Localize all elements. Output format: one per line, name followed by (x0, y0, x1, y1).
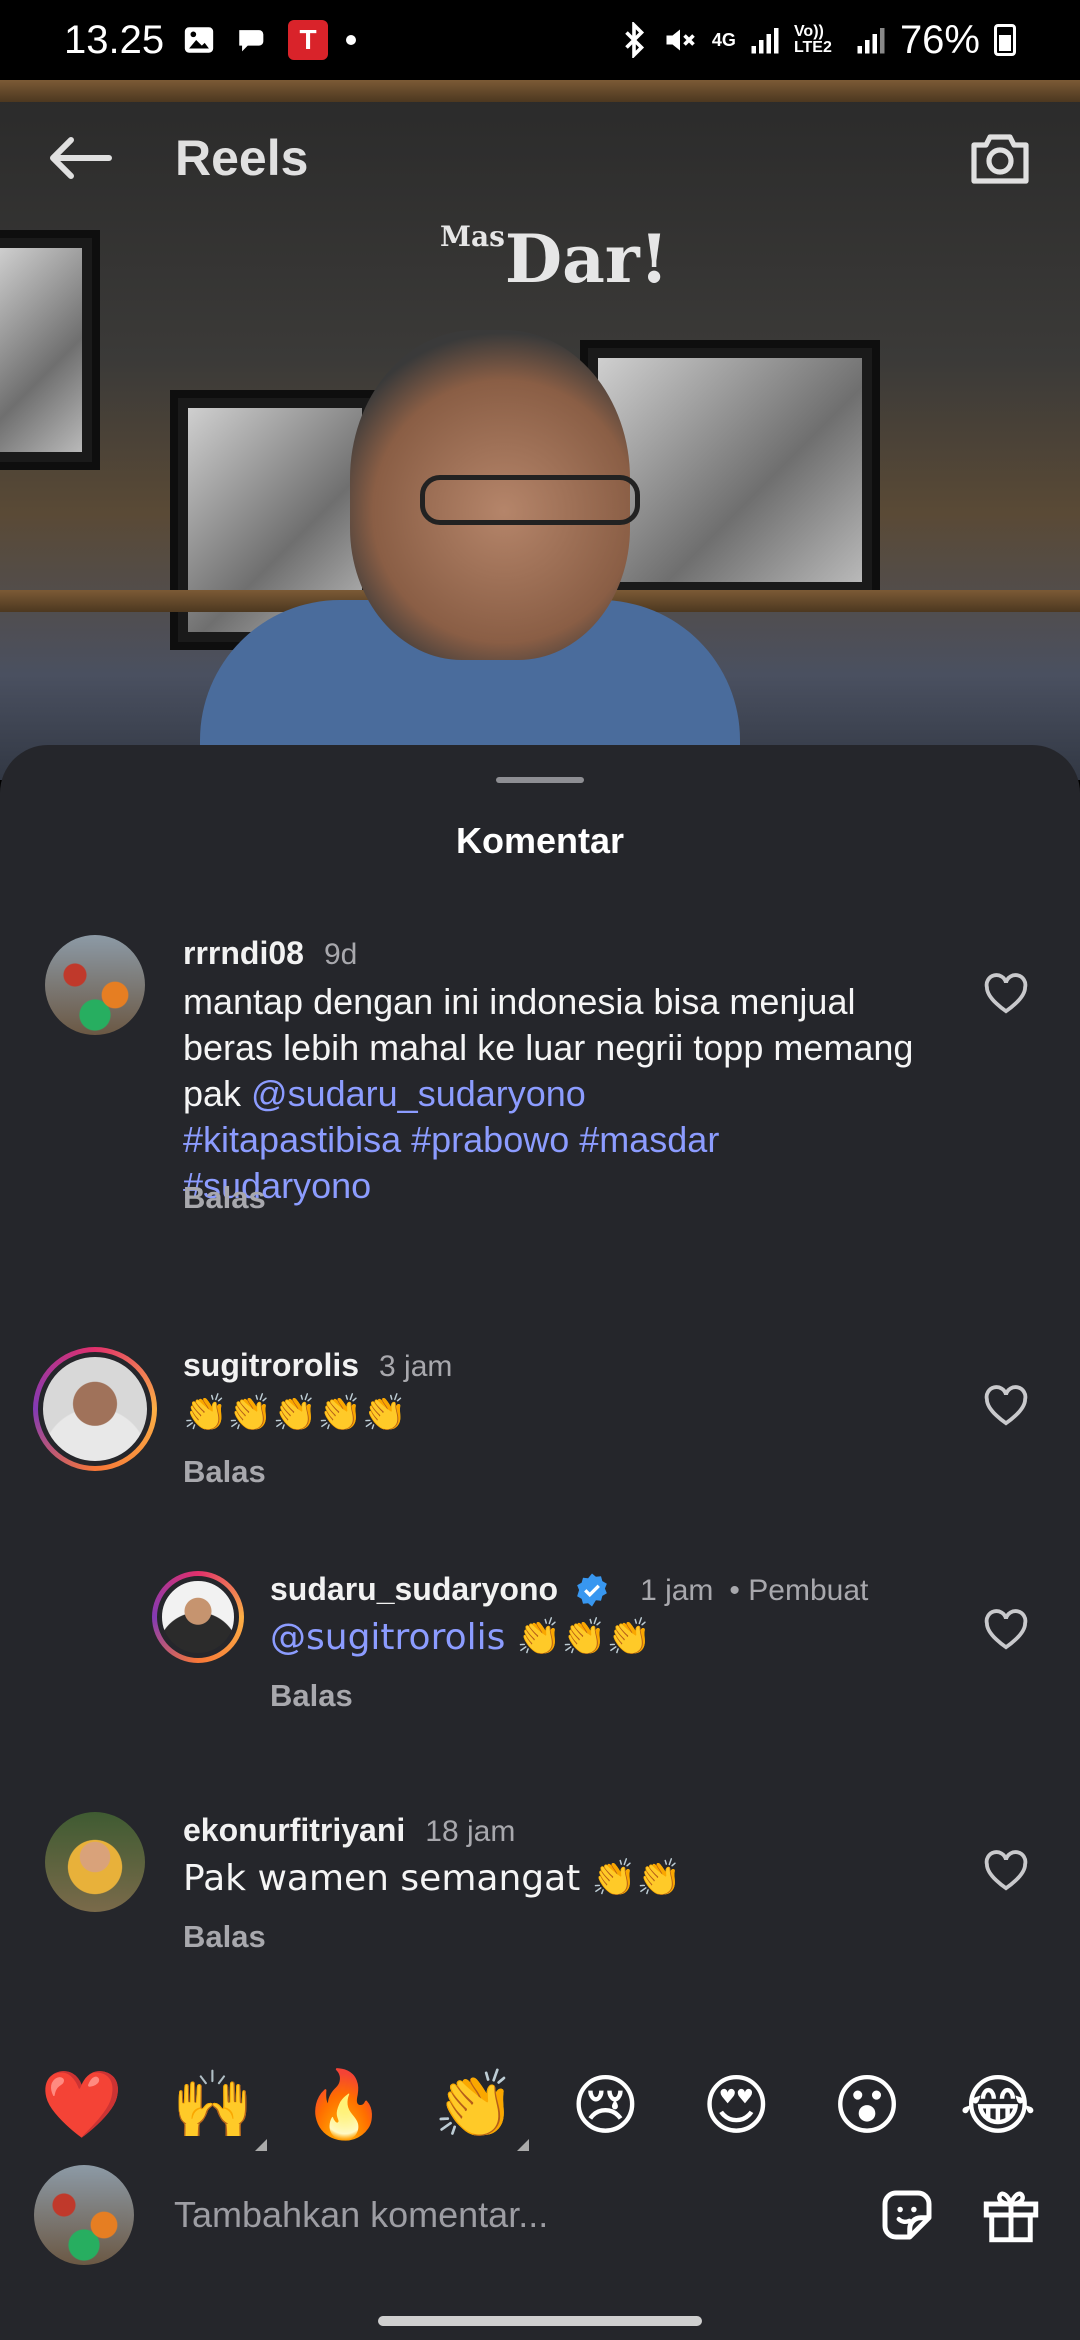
comment-time: 3 jam (379, 1350, 453, 1383)
battery-icon (994, 24, 1016, 56)
reply-button[interactable]: Balas (183, 1919, 266, 1955)
creator-label: • Pembuat (729, 1574, 869, 1607)
reply-button[interactable]: Balas (183, 1180, 266, 1216)
speaker-glasses (420, 475, 640, 525)
emoji-heart-button[interactable]: ❤️ (41, 2065, 123, 2145)
avatar[interactable] (152, 1571, 244, 1663)
volte-icon: Vo)) LTE2 (793, 23, 832, 56)
comment-username[interactable]: ekonurfitriyani (183, 1812, 405, 1849)
skin-tone-indicator-icon (254, 2139, 267, 2151)
reply-button[interactable]: Balas (183, 1454, 266, 1490)
emoji-laughing-button[interactable]: 😂 (958, 2065, 1038, 2145)
heart-icon[interactable] (980, 1845, 1032, 1897)
verified-badge-icon (574, 1572, 610, 1608)
comment-time: 9d (323, 938, 358, 971)
comment-username[interactable]: rrrndi08 (183, 935, 304, 972)
notification-dot-icon (346, 35, 357, 45)
heart-icon[interactable] (980, 1380, 1032, 1432)
emoji-clapping-button[interactable]: 👏 (433, 2065, 529, 2151)
page-title: Reels (175, 129, 309, 186)
gift-icon[interactable] (976, 2180, 1046, 2250)
sheet-title: Komentar (455, 820, 625, 861)
mention-link[interactable]: @sugitrorolis (270, 1617, 505, 1658)
comment-text: @sugitrorolis 👏👏👏 (270, 1617, 652, 1658)
home-gesture-bar[interactable] (378, 2316, 702, 2326)
emoji-heart-eyes-button[interactable]: 😍 (696, 2065, 776, 2145)
comment-text: 👏👏👏👏👏 (183, 1393, 408, 1434)
emoji-fire-button[interactable]: 🔥 (303, 2065, 385, 2145)
emoji-surprised-button[interactable]: 😮 (827, 2065, 907, 2145)
sticker-icon[interactable] (872, 2180, 942, 2250)
heart-icon[interactable] (980, 1604, 1032, 1656)
arrow-left-icon[interactable] (40, 118, 120, 198)
skin-tone-indicator-icon (516, 2139, 529, 2151)
my-avatar (34, 2165, 134, 2265)
hashtag-links[interactable]: #kitapastibisa #prabowo #masdar (183, 1119, 719, 1160)
comment-time: 18 jam (425, 1815, 516, 1848)
comment-time: 1 jam (640, 1574, 714, 1607)
comment-input-bar: Tambahkan komentar... (0, 2160, 1080, 2270)
reels-header: Reels (0, 80, 1080, 235)
telkomsel-icon: T (288, 20, 329, 60)
emoji-crying-button[interactable]: 😢 (565, 2065, 645, 2145)
camera-icon[interactable] (960, 118, 1040, 198)
photo-frame (0, 230, 100, 470)
network-4g-icon: 4G (711, 29, 736, 50)
avatar[interactable] (33, 1347, 157, 1471)
bluetooth-icon (620, 22, 648, 58)
mute-icon (662, 22, 698, 58)
comment-text: Pak wamen semangat 👏👏 (183, 1858, 682, 1899)
comment-username[interactable]: sugitrorolis (183, 1347, 359, 1384)
reply-button[interactable]: Balas (270, 1678, 353, 1714)
comment-username[interactable]: sudaru_sudaryono (270, 1571, 558, 1608)
status-bar: 13.25 T 4G Vo)) LTE2 76% (0, 0, 1080, 80)
chat-bubble-icon (234, 23, 270, 57)
signal-icon (750, 25, 780, 55)
comment-text: mantap dengan ini indonesia bisa menjual… (183, 981, 914, 1206)
heart-icon[interactable] (980, 968, 1032, 1020)
status-time: 13.25 (64, 17, 165, 62)
emoji-raising-hands-button[interactable]: 🙌 (172, 2065, 267, 2151)
comment-input[interactable]: Tambahkan komentar... (174, 2194, 838, 2236)
gallery-icon (182, 23, 216, 57)
avatar[interactable] (45, 1812, 145, 1912)
mention-link[interactable]: @sudaru_sudaryono (251, 1073, 586, 1114)
emoji-reaction-bar: ❤️ 🙌 🔥 👏 😢 😍 😮 😂 (0, 2055, 1080, 2155)
signal-2-icon (856, 25, 886, 55)
battery-percent: 76% (899, 17, 980, 62)
avatar[interactable] (45, 935, 145, 1035)
drag-handle[interactable] (496, 777, 584, 783)
